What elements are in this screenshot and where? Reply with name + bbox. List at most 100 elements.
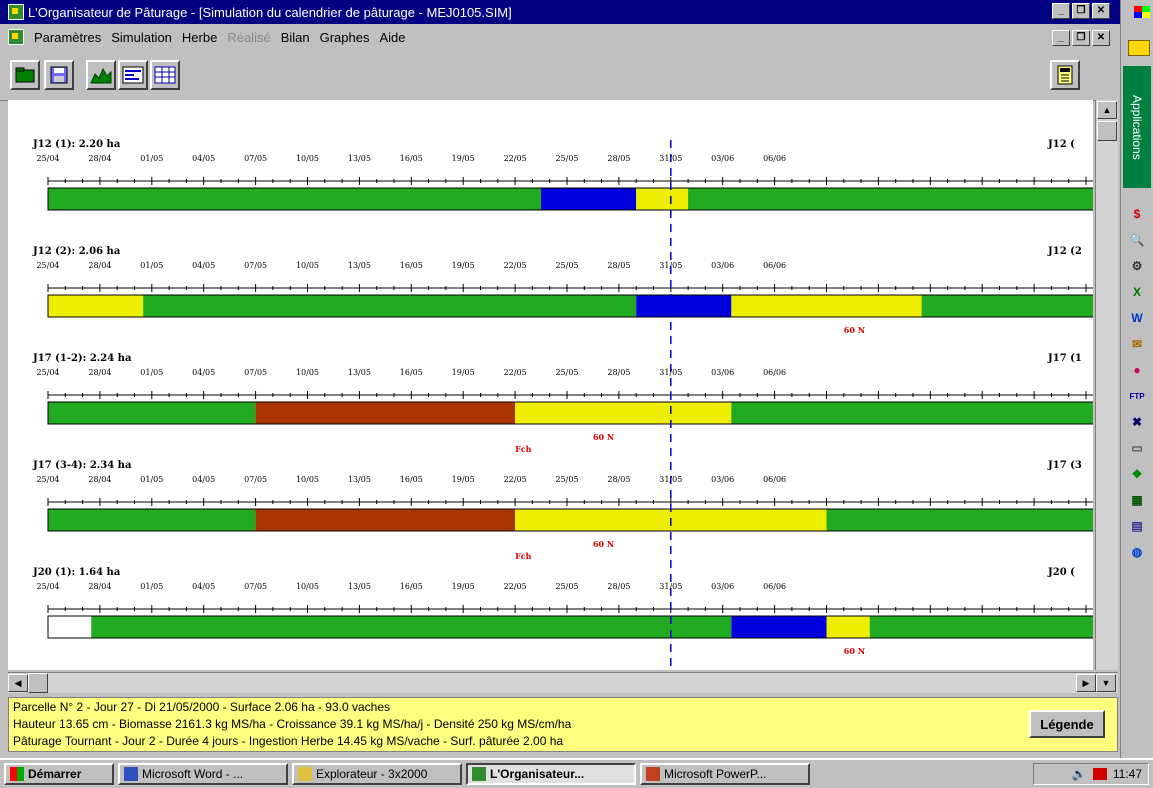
calendar-canvas[interactable]: J12 (1): 2.20 ha J12 ( 25/04 28/04 01/05 04/0…: [8, 100, 1093, 670]
horizontal-scrollbar[interactable]: ◀ ▶ ▼: [8, 672, 1118, 693]
open-button[interactable]: [10, 60, 40, 90]
date-tick-label: 04/05: [192, 154, 215, 163]
parcel-label-right: J17 (1: [1047, 353, 1082, 364]
chart-button[interactable]: [86, 60, 116, 90]
status-line-2: Hauteur 13.65 cm - Biomasse 2161.3 kg MS…: [13, 717, 572, 731]
date-tick-label: 10/05: [296, 154, 319, 163]
organisateur-icon[interactable]: ❖: [1128, 465, 1146, 483]
parcel-label: J17 (1-2): 2.24 ha: [32, 353, 132, 364]
speaker-icon[interactable]: 🔊: [1072, 767, 1087, 781]
parcel-label-right: J12 (: [1047, 139, 1075, 150]
mail-icon[interactable]: ✉: [1128, 335, 1146, 353]
folder-icon[interactable]: [1128, 40, 1150, 56]
word-icon[interactable]: W: [1128, 309, 1146, 327]
paint-icon[interactable]: ●: [1128, 361, 1146, 379]
grazing-calendar[interactable]: J12 (1): 2.20 ha J12 ( 25/04 28/04 01/05 04/0…: [8, 100, 1093, 670]
applications-tab[interactable]: Applications: [1123, 66, 1151, 188]
task-word-label: Microsoft Word - ...: [142, 767, 244, 781]
scroll-down-button[interactable]: ▼: [1096, 674, 1116, 692]
table-button[interactable]: [150, 60, 180, 90]
date-tick-label: 03/06: [711, 475, 734, 484]
date-tick-label: 07/05: [244, 261, 267, 270]
table-icon: [154, 66, 176, 84]
save-button[interactable]: [44, 60, 74, 90]
date-tick-label: 25/05: [555, 582, 578, 591]
task-powerpoint[interactable]: Microsoft PowerP...: [640, 763, 810, 785]
scroll-up-button[interactable]: ▲: [1097, 101, 1117, 119]
calendar-segment: [48, 188, 542, 210]
ftp-icon[interactable]: FTP: [1128, 387, 1146, 405]
date-tick-label: 25/04: [36, 475, 59, 484]
minimize-button[interactable]: _: [1052, 3, 1070, 19]
date-tick-label: 03/06: [711, 154, 734, 163]
date-tick-label: 01/05: [140, 475, 163, 484]
scroll-left-button[interactable]: ◀: [8, 674, 28, 692]
date-tick-label: 13/05: [348, 582, 371, 591]
system-tray: 🔊 11:47: [1033, 763, 1149, 785]
calendar-segment: [869, 616, 1093, 638]
scroll-right-button[interactable]: ▶: [1076, 674, 1096, 692]
wrench-icon[interactable]: ⚙: [1128, 257, 1146, 275]
date-tick-label: 25/05: [555, 261, 578, 270]
menu-parametres[interactable]: Paramètres: [34, 30, 101, 45]
diagram-button[interactable]: [118, 60, 148, 90]
menu-bilan[interactable]: Bilan: [281, 30, 310, 45]
money-icon[interactable]: $: [1128, 205, 1146, 223]
excel-icon[interactable]: X: [1128, 283, 1146, 301]
close-button[interactable]: ✕: [1092, 3, 1110, 19]
calculator-icon: [1057, 65, 1073, 85]
menu-aide[interactable]: Aide: [379, 30, 405, 45]
scroll-thumb[interactable]: [1097, 121, 1117, 141]
menu-simulation[interactable]: Simulation: [111, 30, 172, 45]
hscroll-thumb[interactable]: [28, 673, 48, 693]
date-tick-label: 01/05: [140, 261, 163, 270]
date-tick-label: 16/05: [400, 261, 423, 270]
calendar-segment: [636, 188, 689, 210]
parcel-label: J12 (1): 2.20 ha: [32, 139, 121, 150]
close-x-icon[interactable]: ✖: [1128, 413, 1146, 431]
calendar-segment: [541, 188, 637, 210]
document-icon[interactable]: [8, 29, 24, 45]
menu-bar: Paramètres Simulation Herbe Réalisé Bila…: [0, 26, 1120, 48]
window-title: L'Organisateur de Pâturage - [Simulation…: [28, 4, 512, 20]
window-controls: _ ❐ ✕: [1052, 3, 1110, 19]
task-organisateur[interactable]: L'Organisateur...: [466, 763, 636, 785]
date-tick-label: 13/05: [348, 261, 371, 270]
find-icon[interactable]: 🔍: [1128, 231, 1146, 249]
date-tick-label: 25/05: [555, 475, 578, 484]
book-icon[interactable]: ▤: [1128, 517, 1146, 535]
date-tick-label: 10/05: [296, 582, 319, 591]
date-tick-label: 19/05: [452, 154, 475, 163]
menu-graphes[interactable]: Graphes: [320, 30, 370, 45]
globe-icon[interactable]: ◍: [1128, 543, 1146, 561]
date-tick-label: 06/06: [763, 261, 786, 270]
menu-herbe[interactable]: Herbe: [182, 30, 217, 45]
doc-close-button[interactable]: ✕: [1092, 30, 1110, 46]
sheet-icon[interactable]: ▦: [1128, 491, 1146, 509]
date-tick-label: 28/05: [607, 154, 630, 163]
date-tick-label: 28/04: [88, 154, 111, 163]
tray-app-icon[interactable]: [1092, 768, 1107, 780]
doc-minimize-button[interactable]: _: [1052, 30, 1070, 46]
parcel-label-right: J17 (3: [1047, 460, 1082, 471]
date-tick-label: 13/05: [348, 475, 371, 484]
organisateur-icon: [472, 767, 486, 781]
app-launcher-panel: Applications $ 🔍 ⚙ X W ✉ ● FTP ✖ ▭ ❖ ▦ ▤ ◍: [1120, 0, 1153, 758]
calculator-button[interactable]: [1050, 60, 1080, 90]
doc-maximize-button[interactable]: ❐: [1072, 30, 1090, 46]
maximize-button[interactable]: ❐: [1072, 3, 1090, 19]
date-tick-label: 28/04: [88, 261, 111, 270]
date-tick-label: 19/05: [452, 368, 475, 377]
calendar-segment: [48, 295, 144, 317]
vertical-scrollbar[interactable]: ▲: [1095, 100, 1118, 670]
scanner-icon[interactable]: ▭: [1128, 439, 1146, 457]
explorer-icon: [298, 767, 312, 781]
start-button[interactable]: Démarrer: [4, 763, 114, 785]
task-explorer[interactable]: Explorateur - 3x2000: [292, 763, 462, 785]
task-word[interactable]: Microsoft Word - ...: [118, 763, 288, 785]
date-tick-label: 03/06: [711, 261, 734, 270]
fertilization-annotation: Fch: [515, 444, 532, 454]
date-tick-label: 28/05: [607, 261, 630, 270]
parcel-label-right: J12 (2: [1047, 246, 1082, 257]
legend-button[interactable]: Légende: [1029, 710, 1105, 738]
